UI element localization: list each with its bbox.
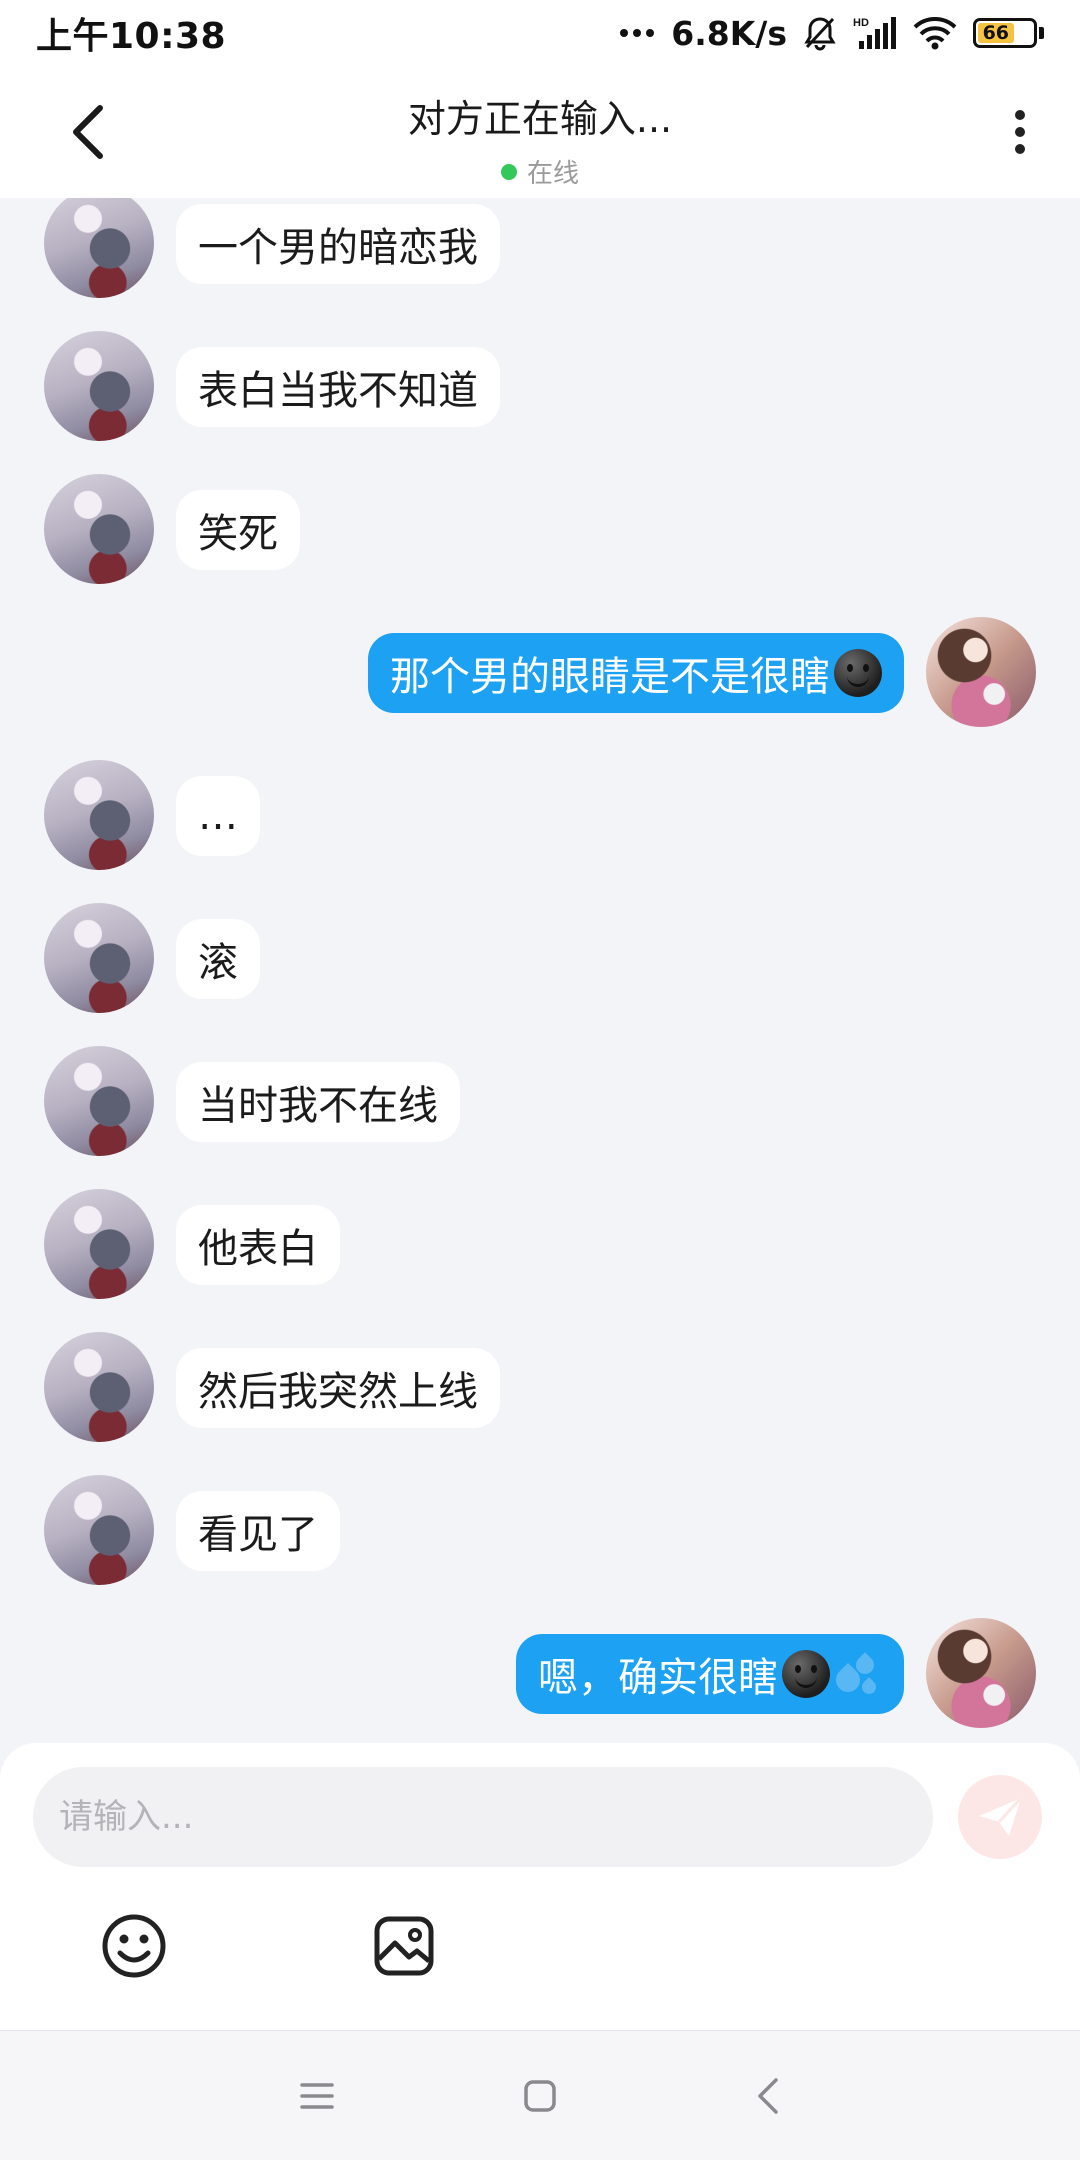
- contact-avatar[interactable]: [44, 760, 154, 870]
- contact-avatar[interactable]: [44, 903, 154, 1013]
- send-plane-icon: [979, 1796, 1023, 1836]
- message-row: 他表白: [0, 1189, 1080, 1299]
- self-avatar[interactable]: [926, 1618, 1036, 1728]
- message-bubble[interactable]: …: [176, 776, 260, 856]
- contact-avatar[interactable]: [44, 1332, 154, 1442]
- message-bubble[interactable]: 当时我不在线: [176, 1062, 460, 1142]
- smiley-icon: [102, 1914, 166, 1978]
- menu-icon: [300, 2083, 334, 2109]
- header-title-area: 对方正在输入... 在线: [0, 88, 1080, 190]
- contact-avatar[interactable]: [44, 474, 154, 584]
- image-button[interactable]: [366, 1908, 442, 1984]
- chat-header: 对方正在输入... 在线: [0, 66, 1080, 198]
- message-bubble[interactable]: 看见了: [176, 1491, 340, 1571]
- message-bubble[interactable]: 表白当我不知道: [176, 347, 500, 427]
- message-bubble-self[interactable]: 那个男的眼睛是不是很瞎: [368, 633, 904, 713]
- bell-muted-icon: [803, 15, 837, 51]
- message-bubble-self[interactable]: 嗯，确实很瞎: [516, 1634, 904, 1714]
- sweat-drops-icon: [831, 1650, 882, 1698]
- status-time: 上午10:38: [36, 16, 227, 57]
- message-row: 看见了: [0, 1475, 1080, 1585]
- square-icon: [524, 2080, 556, 2112]
- message-bubble[interactable]: 然后我突然上线: [176, 1348, 500, 1428]
- online-status: 在线: [500, 153, 579, 190]
- message-input[interactable]: [33, 1767, 933, 1867]
- battery-level: 66: [978, 22, 1014, 44]
- contact-avatar[interactable]: [44, 1046, 154, 1156]
- battery-icon: 66: [973, 18, 1044, 48]
- more-dots-icon: [619, 28, 655, 38]
- chevron-left-icon: [758, 2078, 778, 2114]
- contact-avatar[interactable]: [44, 1189, 154, 1299]
- more-vertical-icon: [1015, 110, 1025, 120]
- recent-apps-button[interactable]: [282, 2061, 352, 2131]
- message-row: 当时我不在线: [0, 1046, 1080, 1156]
- home-button[interactable]: [505, 2061, 575, 2131]
- message-row: 一个男的暗恋我: [0, 198, 1080, 298]
- more-options-button[interactable]: [1000, 102, 1040, 162]
- wifi-icon: [913, 16, 957, 50]
- message-row: 然后我突然上线: [0, 1332, 1080, 1442]
- emoji-button[interactable]: [96, 1908, 172, 1984]
- message-bubble[interactable]: 滚: [176, 919, 260, 999]
- image-icon: [374, 1916, 434, 1976]
- system-back-button[interactable]: [733, 2061, 803, 2131]
- network-speed: 6.8K/s: [671, 13, 787, 53]
- online-status-text: 在线: [526, 159, 579, 189]
- contact-avatar[interactable]: [44, 331, 154, 441]
- smirk-face-icon: [782, 1650, 830, 1698]
- message-row: …: [0, 760, 1080, 870]
- message-row: ! 嗯，确实很瞎: [0, 1618, 1080, 1728]
- svg-text:HD: HD: [853, 17, 869, 29]
- message-bubble[interactable]: 一个男的暗恋我: [176, 204, 500, 284]
- message-row: 笑死: [0, 474, 1080, 584]
- hd-signal-icon: HD: [853, 15, 897, 51]
- status-indicators: 6.8K/s HD 66: [619, 14, 1044, 53]
- self-avatar[interactable]: [926, 617, 1036, 727]
- message-text: 那个男的眼睛是不是很瞎: [390, 654, 830, 700]
- system-nav-bar: [0, 2030, 1080, 2160]
- message-bubble[interactable]: 他表白: [176, 1205, 340, 1285]
- message-row: 那个男的眼睛是不是很瞎: [0, 617, 1080, 727]
- contact-avatar[interactable]: [44, 1475, 154, 1585]
- message-text: 嗯，确实很瞎: [538, 1655, 778, 1701]
- send-button[interactable]: [958, 1775, 1042, 1859]
- message-row: 滚: [0, 903, 1080, 1013]
- smirk-face-icon: [834, 649, 882, 697]
- input-panel: [0, 1743, 1080, 2030]
- contact-avatar[interactable]: [44, 198, 154, 298]
- page-title: 对方正在输入...: [407, 97, 673, 141]
- online-dot-icon: [500, 163, 517, 180]
- status-bar: 上午10:38 6.8K/s HD 66: [0, 0, 1080, 66]
- message-list[interactable]: 一个男的暗恋我 表白当我不知道 笑死 那个男的眼睛是不是很瞎 … 滚 当时我不在…: [0, 198, 1080, 1743]
- message-row: 表白当我不知道: [0, 331, 1080, 441]
- message-bubble[interactable]: 笑死: [176, 490, 300, 570]
